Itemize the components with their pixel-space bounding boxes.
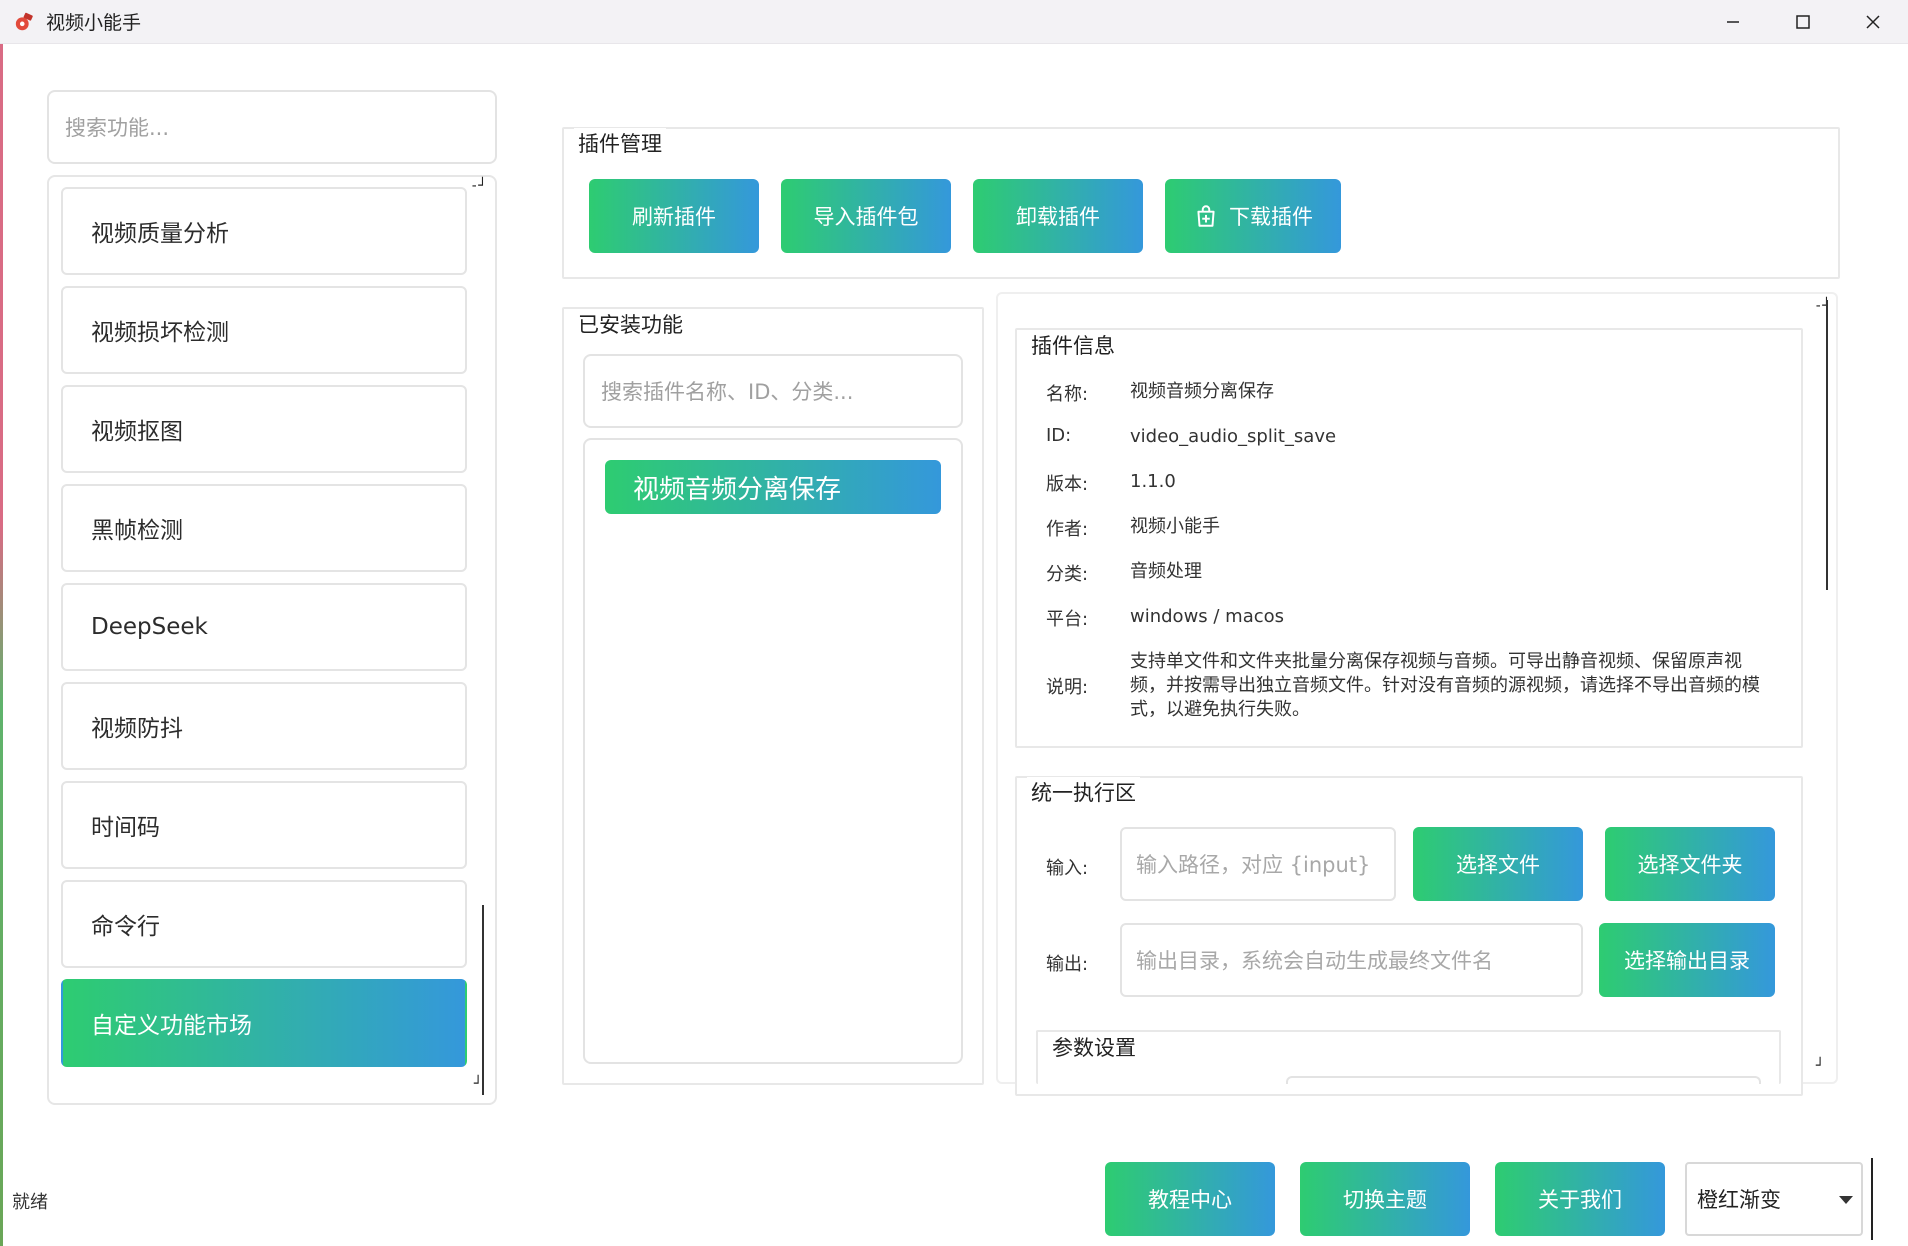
- info-row-author: 作者: 视频小能手: [1046, 515, 1770, 541]
- chevron-down-icon: [1839, 1196, 1853, 1204]
- info-row-platform: 平台: windows / macos: [1046, 605, 1770, 631]
- minimize-button[interactable]: [1698, 0, 1768, 44]
- installed-functions-title: 已安装功能: [574, 309, 687, 339]
- info-value: 视频小能手: [1130, 516, 1220, 537]
- sidebar-item-video-damage[interactable]: 视频损坏检测: [61, 286, 467, 374]
- divider: [1871, 1158, 1873, 1240]
- scroll-corner-mark: ┘: [1816, 1058, 1825, 1074]
- function-search-input[interactable]: 搜索功能...: [47, 90, 497, 164]
- sidebar-item-deepseek[interactable]: DeepSeek: [61, 583, 467, 671]
- output-label: 输出:: [1046, 954, 1089, 975]
- window-title: 视频小能手: [46, 12, 142, 34]
- theme-select[interactable]: 橙红渐变: [1685, 1158, 1873, 1240]
- info-label: 说明:: [1046, 677, 1089, 698]
- plugin-management-title: 插件管理: [574, 128, 666, 158]
- sidebar-item-timecode[interactable]: 时间码: [61, 781, 467, 869]
- title-bar: 视频小能手: [0, 0, 1908, 44]
- info-label: 作者:: [1046, 519, 1089, 540]
- sidebar-item-stabilize[interactable]: 视频防抖: [61, 682, 467, 770]
- info-row-name: 名称: 视频音频分离保存: [1046, 380, 1770, 406]
- minimize-icon: [1727, 21, 1739, 23]
- info-value: 1.1.0: [1130, 471, 1176, 492]
- window-controls: [1698, 0, 1908, 44]
- info-row-id: ID: video_audio_split_save: [1046, 425, 1770, 449]
- shopping-bag-icon: [1197, 205, 1215, 227]
- detail-panel-scrollbar[interactable]: [1826, 300, 1828, 590]
- info-row-description: 说明: 支持单文件和文件夹批量分离保存视频与音频。可导出静音视频、保留原声视频，…: [1046, 650, 1770, 722]
- function-list: 视频质量分析 视频损坏检测 视频抠图 黑帧检测 DeepSeek 视频防抖 时间…: [47, 175, 497, 1105]
- switch-theme-button[interactable]: 切换主题: [1300, 1162, 1470, 1236]
- uninstall-plugin-button[interactable]: 卸载插件: [973, 179, 1143, 253]
- scroll-corner-mark: -┘: [1814, 298, 1831, 314]
- info-label: 平台:: [1046, 609, 1089, 630]
- refresh-plugins-button[interactable]: 刷新插件: [589, 179, 759, 253]
- input-path-field[interactable]: 输入路径，对应 {input}: [1120, 827, 1396, 901]
- function-list-scrollbar[interactable]: [482, 905, 484, 1095]
- sidebar-item-video-matting[interactable]: 视频抠图: [61, 385, 467, 473]
- info-value: 音频处理: [1130, 561, 1202, 582]
- sidebar-item-black-frame[interactable]: 黑帧检测: [61, 484, 467, 572]
- about-button[interactable]: 关于我们: [1495, 1162, 1665, 1236]
- window-edge: [0, 44, 3, 1246]
- maximize-button[interactable]: [1768, 0, 1838, 44]
- info-value: windows / macos: [1130, 606, 1285, 627]
- scroll-corner-mark: ┘: [474, 1076, 483, 1092]
- theme-select-value: 橙红渐变: [1697, 1188, 1781, 1212]
- info-label: 版本:: [1046, 474, 1089, 495]
- sidebar-item-command-line[interactable]: 命令行: [61, 880, 467, 968]
- info-label: 名称:: [1046, 384, 1089, 405]
- app-logo-icon: [15, 12, 33, 30]
- download-plugin-button[interactable]: 下载插件: [1165, 179, 1341, 253]
- select-folder-button[interactable]: 选择文件夹: [1605, 827, 1775, 901]
- info-value: 支持单文件和文件夹批量分离保存视频与音频。可导出静音视频、保留原声视频，并按需导…: [1130, 651, 1760, 720]
- select-file-button[interactable]: 选择文件: [1413, 827, 1583, 901]
- tutorial-button[interactable]: 教程中心: [1105, 1162, 1275, 1236]
- download-plugin-label: 下载插件: [1229, 205, 1313, 229]
- execution-title: 统一执行区: [1027, 777, 1140, 807]
- params-title: 参数设置: [1048, 1032, 1140, 1062]
- output-dir-field[interactable]: 输出目录，系统会自动生成最终文件名: [1120, 923, 1583, 997]
- param-field-top: [1286, 1076, 1761, 1084]
- input-label: 输入:: [1046, 858, 1089, 879]
- status-text: 就绪: [12, 1192, 48, 1213]
- scroll-corner-mark: -┘: [470, 178, 487, 194]
- maximize-icon: [1796, 15, 1810, 29]
- close-icon: [1866, 15, 1880, 29]
- info-label: ID:: [1046, 425, 1072, 446]
- close-button[interactable]: [1838, 0, 1908, 44]
- plugin-search-input[interactable]: 搜索插件名称、ID、分类...: [583, 354, 963, 428]
- sidebar-item-video-quality[interactable]: 视频质量分析: [61, 187, 467, 275]
- plugin-info-title: 插件信息: [1027, 330, 1119, 360]
- info-label: 分类:: [1046, 564, 1089, 585]
- select-output-dir-button[interactable]: 选择输出目录: [1599, 923, 1775, 997]
- info-row-category: 分类: 音频处理: [1046, 560, 1770, 586]
- info-value: video_audio_split_save: [1130, 426, 1337, 447]
- info-value: 视频音频分离保存: [1130, 381, 1274, 402]
- import-plugin-button[interactable]: 导入插件包: [781, 179, 951, 253]
- sidebar-item-custom-market[interactable]: 自定义功能市场: [61, 979, 467, 1067]
- installed-plugin-list: 视频音频分离保存: [583, 438, 963, 1064]
- info-row-version: 版本: 1.1.0: [1046, 470, 1770, 496]
- plugin-item-video-audio-split[interactable]: 视频音频分离保存: [605, 460, 941, 514]
